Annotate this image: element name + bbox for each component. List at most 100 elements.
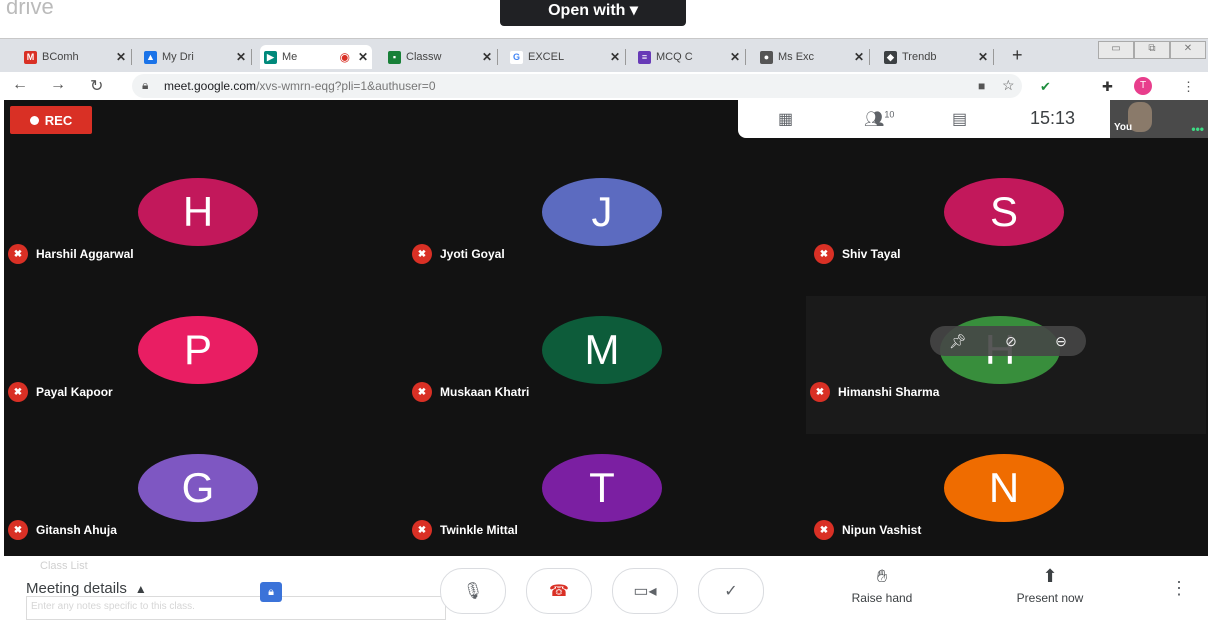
drive-icon: ▲ — [144, 50, 157, 64]
video-camera-icon: ▭◂ — [633, 583, 657, 600]
participant-tile[interactable]: G ✖ Gitansh Ahuja — [4, 434, 404, 572]
muted-mic-icon: ✖ — [810, 382, 830, 402]
tab-trend[interactable]: ◆ Trendb ✕ — [880, 45, 994, 69]
microphone-button[interactable]: 🎙︎ — [440, 568, 506, 614]
participant-tile[interactable]: H ✖ Harshil Aggarwal — [4, 158, 404, 296]
address-bar: ← → ↻ 🔒︎ meet.google.com/xvs-wmrn-eqg?pl… — [0, 72, 1208, 100]
participant-tile-hovered[interactable]: H 📌︎ ⊘ ⊖ ✖Himanshi Sharma — [806, 296, 1206, 434]
meet-stage: REC ▦ 👥︎10 ▤ 15:13 You ••• H ✖ Harshil Ag… — [4, 100, 1208, 556]
open-with-button[interactable]: Open with ▾ — [500, 0, 686, 26]
participant-name: Muskaan Khatri — [440, 385, 530, 399]
participant-tile[interactable]: N ✖ Nipun Vashist — [810, 434, 1208, 572]
muted-mic-icon: ✖ — [814, 244, 834, 264]
meet-bottom-bar: Class List Enter any notes specific to t… — [0, 556, 1208, 626]
present-now-button[interactable]: ⬆︎ Present now — [1000, 566, 1100, 605]
pin-icon[interactable]: 📌︎ — [949, 333, 967, 350]
profile-avatar[interactable]: T — [1134, 77, 1152, 95]
participant-name: Twinkle Mittal — [440, 523, 518, 537]
tab-label: Ms Exc — [778, 51, 815, 63]
more-options-icon[interactable]: ⋮ — [1170, 578, 1188, 599]
minimize-button[interactable]: ▭ — [1098, 41, 1134, 59]
participant-avatar: H — [138, 178, 258, 246]
hang-up-icon: ☎︎ — [549, 583, 569, 600]
close-icon[interactable]: ✕ — [610, 50, 620, 64]
tab-mcq[interactable]: ≡ MCQ C ✕ — [634, 45, 746, 69]
ghost-title: drive — [6, 0, 54, 19]
tab-excel[interactable]: G EXCEL ✕ — [506, 45, 626, 69]
close-icon[interactable]: ✕ — [116, 50, 126, 64]
lock-icon: 🔒︎ — [142, 78, 149, 92]
new-tab-button[interactable]: + — [1012, 45, 1023, 66]
muted-mic-icon: ✖ — [814, 520, 834, 540]
muted-mic-icon: ✖ — [8, 244, 28, 264]
tab-drive[interactable]: ▲ My Dri ✕ — [140, 45, 252, 69]
check-icon: ✓ — [724, 583, 738, 600]
participant-avatar: S — [944, 178, 1064, 246]
muted-mic-icon: ✖ — [412, 382, 432, 402]
puzzle-extension-icon[interactable]: ✚ — [1102, 79, 1113, 95]
back-arrow-icon[interactable]: ← — [12, 76, 28, 94]
url-field[interactable]: 🔒︎ meet.google.com/xvs-wmrn-eqg?pli=1&au… — [132, 74, 1022, 98]
raise-hand-button[interactable]: ✋︎ Raise hand — [832, 566, 932, 605]
lock-badge-icon[interactable]: 🔒︎ — [260, 582, 282, 602]
tab-label: Classw — [406, 51, 442, 63]
tile-hover-controls: 📌︎ ⊘ ⊖ — [930, 326, 1086, 356]
participant-tile[interactable]: M ✖ Muskaan Khatri — [408, 296, 808, 434]
close-icon[interactable]: ✕ — [236, 50, 246, 64]
check-extension-icon[interactable]: ✔ — [1040, 79, 1051, 95]
chat-icon[interactable]: ▤ — [952, 109, 967, 129]
close-icon[interactable]: ✕ — [358, 50, 368, 64]
participant-tile[interactable]: T ✖ Twinkle Mittal — [408, 434, 808, 572]
tab-meet[interactable]: ▶ Me ◉ ✕ — [260, 45, 372, 69]
web-icon: ● — [760, 50, 773, 64]
remove-icon[interactable]: ⊖ — [1055, 333, 1067, 350]
present-screen-icon: ⬆︎ — [1042, 566, 1058, 586]
maximize-button[interactable]: ⧉ — [1134, 41, 1170, 59]
gmail-icon: M — [24, 50, 37, 64]
participant-avatar: N — [944, 454, 1064, 522]
forms-icon: ≡ — [638, 50, 651, 64]
microphone-icon: 🎙︎ — [462, 583, 484, 600]
url-text: meet.google.com/xvs-wmrn-eqg?pli=1&authu… — [164, 79, 436, 93]
camera-icon[interactable]: ■ — [978, 79, 985, 93]
close-window-button[interactable]: ✕ — [1170, 41, 1206, 59]
tab-label: My Dri — [162, 51, 194, 63]
trend-icon: ◆ — [884, 50, 897, 64]
leave-call-button[interactable]: ☎︎ — [526, 568, 592, 614]
meeting-details-button[interactable]: Meeting details ▲ — [26, 580, 147, 597]
window-controls: ▭ ⧉ ✕ — [1098, 41, 1206, 59]
camera-button[interactable]: ▭◂ — [612, 568, 678, 614]
participant-tile[interactable]: P ✖ Payal Kapoor — [4, 296, 404, 434]
more-dots-icon[interactable]: ••• — [1191, 122, 1204, 136]
close-icon[interactable]: ✕ — [978, 50, 988, 64]
self-view[interactable]: You ••• — [1110, 100, 1208, 138]
reload-icon[interactable]: ↻ — [90, 76, 103, 96]
participant-tile[interactable]: S ✖ Shiv Tayal — [810, 158, 1208, 296]
star-icon[interactable]: ☆ — [1002, 77, 1015, 94]
participant-name: Payal Kapoor — [36, 385, 113, 399]
chrome-menu-icon[interactable]: ⋮ — [1182, 79, 1195, 95]
meet-icon: ▶ — [264, 50, 277, 64]
grid-layout-icon[interactable]: ▦ — [778, 109, 793, 129]
close-icon[interactable]: ✕ — [482, 50, 492, 64]
muted-mic-icon: ✖ — [412, 520, 432, 540]
browser-tab-bar: M BComh ✕ ▲ My Dri ✕ ▶ Me ◉ ✕ ▪ Classw ✕… — [0, 38, 1208, 73]
recording-dot-icon: ◉ — [339, 50, 350, 64]
muted-mic-icon: ✖ — [412, 244, 432, 264]
tab-label: Trendb — [902, 51, 937, 63]
people-icon[interactable]: 👥︎10 — [864, 109, 894, 129]
meeting-clock: 15:13 — [1030, 108, 1076, 128]
forward-arrow-icon[interactable]: → — [50, 76, 66, 94]
close-icon[interactable]: ✕ — [730, 50, 740, 64]
close-icon[interactable]: ✕ — [854, 50, 864, 64]
participant-avatar: P — [138, 316, 258, 384]
participant-name: Nipun Vashist — [842, 523, 922, 537]
muted-mic-icon: ✖ — [8, 520, 28, 540]
tab-label: MCQ C — [656, 51, 693, 63]
attendance-check-button[interactable]: ✓ — [698, 568, 764, 614]
tab-gmail[interactable]: M BComh ✕ — [20, 45, 132, 69]
tab-ms-excel[interactable]: ● Ms Exc ✕ — [756, 45, 870, 69]
mute-icon[interactable]: ⊘ — [1005, 333, 1017, 350]
participant-tile[interactable]: J ✖ Jyoti Goyal — [408, 158, 808, 296]
tab-classroom[interactable]: ▪ Classw ✕ — [384, 45, 498, 69]
